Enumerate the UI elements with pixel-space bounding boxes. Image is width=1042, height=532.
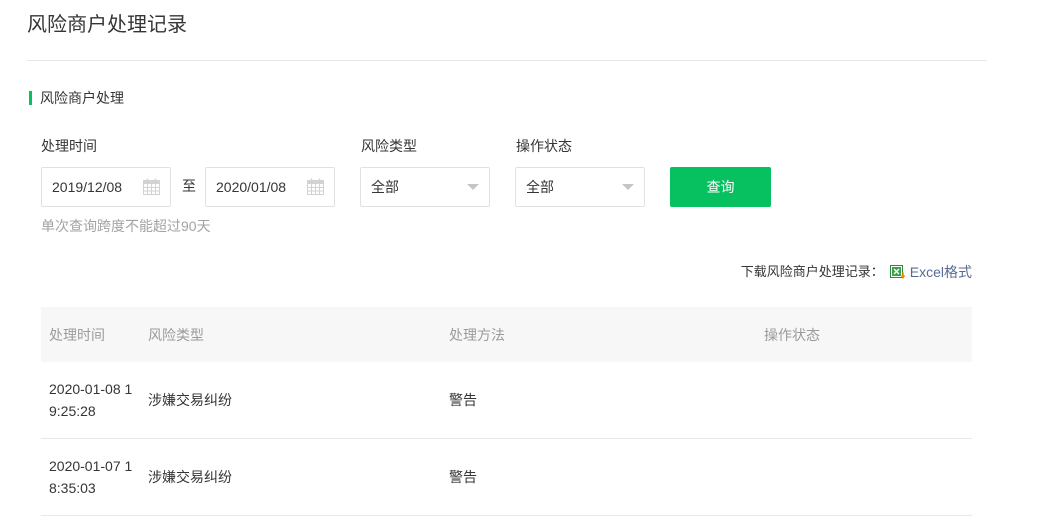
calendar-icon[interactable] [307, 178, 324, 195]
table-row: 2020-01-08 19:25:28 涉嫌交易纠纷 警告 [41, 362, 972, 439]
row-time: 2020-01-07 18:35:03 [49, 458, 133, 496]
end-date-value: 2020/01/08 [216, 179, 287, 195]
calendar-icon[interactable] [143, 178, 160, 195]
risk-merchant-records-page: 风险商户处理记录 风险商户处理 处理时间 风险类型 操作状态 2019/12/0… [0, 0, 1042, 532]
table-row: 2020-01-07 18:35:03 涉嫌交易纠纷 警告 [41, 439, 972, 516]
date-range-separator: 至 [182, 178, 196, 194]
row-time-cell: 2020-01-07 18:35:03 [41, 455, 140, 499]
date-filter-label: 处理时间 [41, 138, 97, 154]
row-risk-type: 涉嫌交易纠纷 [148, 469, 232, 485]
status-filter-label: 操作状态 [516, 138, 572, 154]
status-selected-value: 全部 [526, 179, 554, 195]
table-header-row: 处理时间 风险类型 处理方法 操作状态 [41, 307, 972, 362]
chevron-down-icon [622, 184, 634, 190]
row-risk-type: 涉嫌交易纠纷 [148, 392, 232, 408]
excel-download-link[interactable]: Excel格式 [884, 263, 972, 281]
section-title: 风险商户处理 [40, 90, 124, 106]
start-date-field[interactable]: 2019/12/08 [41, 167, 171, 207]
column-header-risk-type: 风险类型 [148, 326, 204, 343]
download-label: 下载风险商户处理记录： [740, 264, 884, 279]
row-method: 警告 [449, 469, 477, 485]
status-select[interactable]: 全部 [515, 167, 645, 207]
column-header-time: 处理时间 [49, 326, 105, 343]
risk-type-selected-value: 全部 [371, 179, 399, 195]
column-header-method: 处理方法 [449, 326, 505, 343]
row-time: 2020-01-08 19:25:28 [49, 381, 133, 419]
date-range-hint: 单次查询跨度不能超过90天 [41, 218, 211, 234]
title-divider [27, 60, 987, 61]
records-table: 处理时间 风险类型 处理方法 操作状态 2020-01-08 19:25:28 … [41, 307, 972, 516]
excel-icon [889, 264, 906, 279]
risk-type-filter-label: 风险类型 [361, 138, 417, 154]
row-method: 警告 [449, 392, 477, 408]
start-date-value: 2019/12/08 [52, 179, 123, 195]
excel-link-text: Excel格式 [909, 264, 972, 280]
query-button[interactable]: 查询 [670, 167, 771, 207]
end-date-field[interactable]: 2020/01/08 [205, 167, 335, 207]
page-title: 风险商户处理记录 [27, 14, 187, 36]
download-bar: 下载风险商户处理记录： Excel格式 [741, 263, 972, 281]
section-accent-bar [29, 91, 32, 105]
column-header-status: 操作状态 [764, 326, 820, 343]
row-time-cell: 2020-01-08 19:25:28 [41, 378, 140, 422]
chevron-down-icon [467, 184, 479, 190]
risk-type-select[interactable]: 全部 [360, 167, 490, 207]
